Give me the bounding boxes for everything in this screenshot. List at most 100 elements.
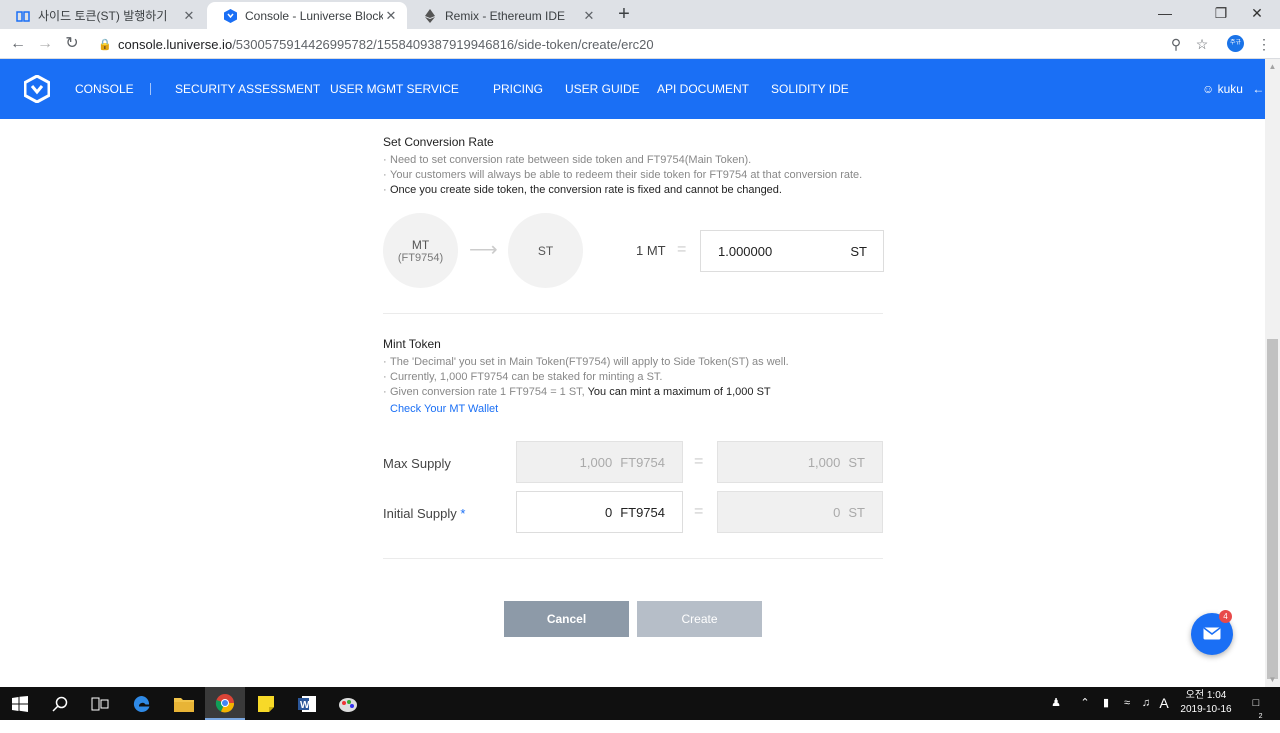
initial-supply-input[interactable]: 0 FT9754 <box>516 491 683 533</box>
volume-icon[interactable]: ♫ <box>1137 687 1155 720</box>
tab-side-token-guide[interactable]: 사이드 토큰(ST) 발행하기 ✕ <box>0 2 205 29</box>
lock-icon: 🔒 <box>98 38 112 51</box>
cancel-button[interactable]: Cancel <box>504 601 629 637</box>
mint-section-title: Mint Token <box>383 337 441 351</box>
word-icon[interactable]: W <box>287 687 327 720</box>
tab-close-icon[interactable]: ✕ <box>581 8 597 24</box>
equals-sign: = <box>694 503 704 520</box>
scroll-up-icon[interactable]: ▲ <box>1265 59 1280 74</box>
remix-icon <box>423 8 437 23</box>
max-supply-main-value: 1,000 <box>579 454 613 470</box>
notification-count: 2 <box>1258 713 1263 720</box>
scrollbar-thumb[interactable] <box>1267 339 1278 679</box>
tab-remix[interactable]: Remix - Ethereum IDE ✕ <box>407 2 605 29</box>
initial-supply-label: Initial Supply * <box>383 506 466 521</box>
task-view-icon[interactable] <box>80 687 120 720</box>
paint-icon[interactable] <box>328 687 368 720</box>
max-supply-side-unit: ST <box>848 454 865 470</box>
initial-supply-main-value: 0 <box>604 504 613 520</box>
user-icon: ☺ <box>1202 82 1215 96</box>
side-token-circle: ST <box>508 213 583 288</box>
battery-icon[interactable]: ▮ <box>1097 687 1115 720</box>
nav-solidity-ide[interactable]: SOLIDITY IDE <box>771 59 849 119</box>
nav-user-guide[interactable]: USER GUIDE <box>565 59 640 119</box>
nav-console[interactable]: CONSOLE <box>75 59 134 119</box>
taskbar-clock[interactable]: 오전 1:04 2019-10-16 <box>1176 689 1236 717</box>
initial-supply-main-unit: FT9754 <box>620 504 665 520</box>
main-token-name: (FT9754) <box>397 252 444 264</box>
address-bar[interactable]: 🔒 console.luniverse.io/53005759144269957… <box>90 32 1216 56</box>
nav-api-document[interactable]: API DOCUMENT <box>657 59 749 119</box>
create-button[interactable]: Create <box>637 601 762 637</box>
check-wallet-link[interactable]: Check Your MT Wallet <box>383 403 903 415</box>
user-menu[interactable]: ☺ kuku ← <box>1202 59 1264 119</box>
minimize-icon[interactable]: — <box>1142 0 1188 29</box>
mint-notes: · The 'Decimal' you set in Main Token(FT9… <box>383 355 903 415</box>
chat-badge: 4 <box>1219 610 1232 623</box>
clock-time: 오전 1:04 <box>1185 690 1227 701</box>
mint-note: · Currently, 1,000 FT9754 can be staked f… <box>383 371 663 383</box>
section-divider <box>383 313 883 314</box>
bookmark-star-icon[interactable]: ☆ <box>1192 34 1212 54</box>
max-supply-side-value: 1,000 <box>807 454 841 470</box>
nav-security-assessment[interactable]: SECURITY ASSESSMENT <box>175 59 320 119</box>
people-icon[interactable]: ♟ <box>1046 687 1066 720</box>
chrome-icon[interactable] <box>205 687 245 720</box>
required-mark: * <box>460 506 466 521</box>
close-window-icon[interactable]: ✕ <box>1234 0 1280 29</box>
conversion-section-title: Set Conversion Rate <box>383 135 494 149</box>
svg-text:W: W <box>300 700 310 711</box>
browser-toolbar: ← → ↻ 🔒 console.luniverse.io/53005759144… <box>0 29 1280 59</box>
luniverse-logo[interactable] <box>23 74 51 104</box>
scroll-down-icon[interactable]: ▼ <box>1265 672 1280 687</box>
page-scrollbar[interactable]: ▲ ▼ <box>1265 59 1280 687</box>
luniverse-logo-icon <box>223 8 237 23</box>
equals-sign: = <box>677 241 687 258</box>
book-icon <box>16 9 30 23</box>
url-host: console.luniverse.io <box>118 36 233 52</box>
search-icon[interactable] <box>40 687 80 720</box>
notification-center-icon[interactable]: □ 2 <box>1244 687 1268 720</box>
nav-pricing[interactable]: PRICING <box>493 59 543 119</box>
windows-taskbar: W ♟ ⌃ ▮ ≈ ♫ A 오전 1:04 2019-10-16 □ 2 <box>0 687 1280 720</box>
site-header: CONSOLE SECURITY ASSESSMENT USER MGMT SE… <box>0 59 1265 119</box>
nav-divider <box>150 83 151 95</box>
menu-kebab-icon[interactable]: ⋮ <box>1254 34 1274 54</box>
url-path: /530057591442699578​2/155840938791994681… <box>232 36 654 52</box>
new-tab-button[interactable]: + <box>613 4 635 26</box>
tab-title: 사이드 토큰(ST) 발행하기 <box>38 9 168 23</box>
sticky-notes-icon[interactable] <box>246 687 286 720</box>
tab-title: Remix - Ethereum IDE <box>445 8 566 23</box>
mint-note: · Given conversion rate 1 FT9754 = 1 ST, … <box>383 386 771 398</box>
conversion-rate-unit: ST <box>850 243 867 259</box>
rate-label: 1 MT <box>636 243 666 258</box>
back-arrow-icon[interactable]: ← <box>8 34 28 54</box>
edge-browser-icon[interactable] <box>122 687 162 720</box>
mint-note: · The 'Decimal' you set in Main Token(FT9… <box>383 356 789 368</box>
reload-icon[interactable]: ↻ <box>62 34 82 54</box>
mail-icon <box>1203 627 1221 640</box>
nav-user-mgmt-service[interactable]: USER MGMT SERVICE <box>330 59 459 119</box>
tab-console[interactable]: Console - Luniverse Blockchain ✕ <box>207 2 407 29</box>
tab-close-icon[interactable]: ✕ <box>383 8 399 24</box>
max-supply-label: Max Supply <box>383 456 451 471</box>
max-supply-main-input: 1,000 FT9754 <box>516 441 683 483</box>
profile-avatar[interactable]: 주규 <box>1227 35 1244 52</box>
main-token-circle: MT (FT9754) <box>383 213 458 288</box>
key-icon[interactable]: ⚲ <box>1166 34 1186 54</box>
forward-arrow-icon[interactable]: → <box>35 34 55 54</box>
tray-chevron-up-icon[interactable]: ⌃ <box>1076 687 1094 720</box>
chat-button[interactable]: 4 <box>1191 610 1233 655</box>
initial-supply-side-input: 0 ST <box>717 491 883 533</box>
ime-indicator[interactable]: A <box>1156 687 1172 720</box>
conversion-note-warning: · Once you create side token, the convers… <box>383 184 782 196</box>
user-name: kuku <box>1217 82 1243 96</box>
conversion-rate-input[interactable]: 1.000000 ST <box>700 230 884 272</box>
main-token-symbol: MT <box>411 238 430 252</box>
file-explorer-icon[interactable] <box>164 687 204 720</box>
tab-close-icon[interactable]: ✕ <box>181 8 197 24</box>
logout-arrow-icon[interactable]: ← <box>1252 82 1264 96</box>
windows-start-icon[interactable] <box>0 687 40 720</box>
initial-supply-side-value: 0 <box>833 504 841 520</box>
wifi-icon[interactable]: ≈ <box>1118 687 1136 720</box>
